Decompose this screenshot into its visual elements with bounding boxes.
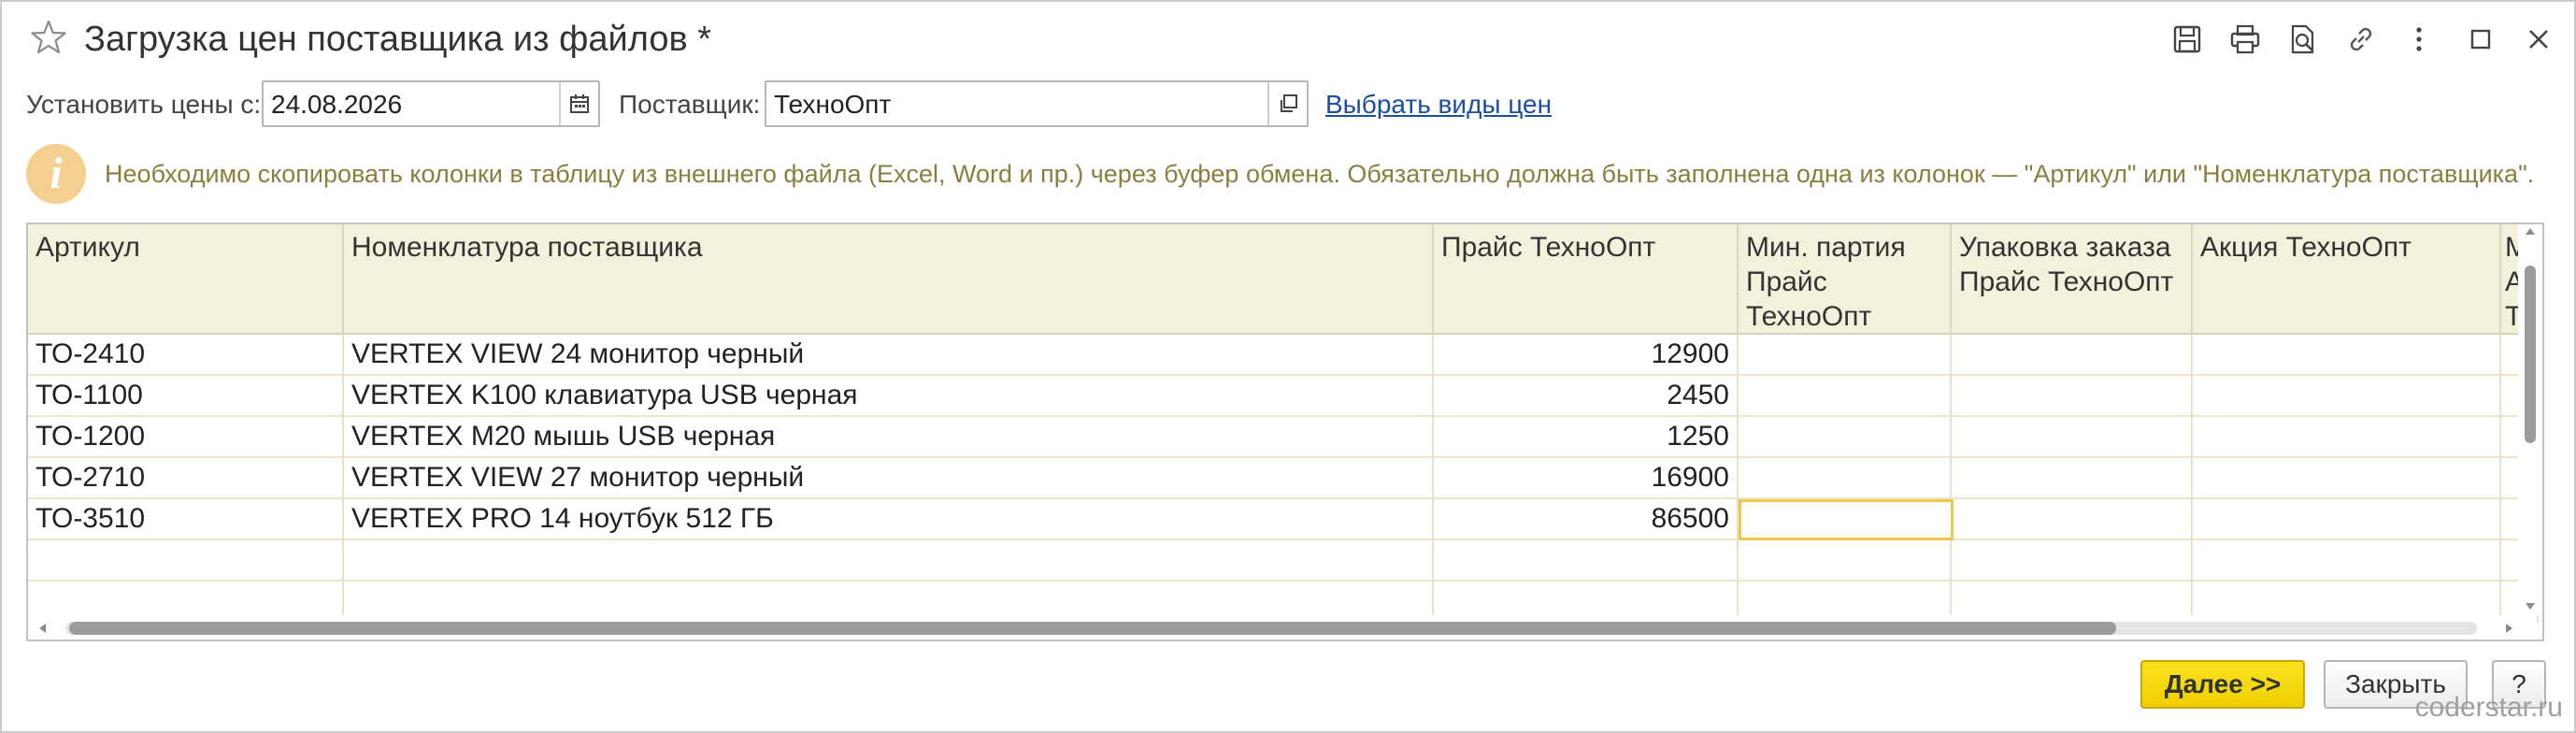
- vertical-scrollbar[interactable]: [2518, 224, 2542, 615]
- select-price-types-link[interactable]: Выбрать виды цен: [1325, 88, 1552, 122]
- table-row[interactable]: ТО-1200 VERTEX M20 мышь USB черная 1250: [28, 417, 2542, 458]
- cell-article[interactable]: ТО-1200: [28, 417, 344, 458]
- cell-package[interactable]: [1952, 417, 2193, 458]
- info-message: Необходимо скопировать колонки в таблицу…: [105, 160, 2535, 188]
- cell-article[interactable]: ТО-2410: [28, 335, 344, 376]
- table-header: Артикул Номенклатура поставщика Прайс Те…: [28, 224, 2542, 335]
- cell-empty[interactable]: [2193, 540, 2501, 582]
- close-icon[interactable]: [2520, 21, 2557, 58]
- date-input[interactable]: [271, 89, 540, 121]
- open-supplier-button[interactable]: [1267, 82, 1307, 125]
- title-bar: Загрузка цен поставщика из файлов *: [2, 2, 2574, 77]
- cell-min-batch-active[interactable]: [1739, 499, 1953, 540]
- cell-promo[interactable]: [2193, 458, 2501, 499]
- cell-price[interactable]: 16900: [1434, 458, 1739, 499]
- cell-article[interactable]: ТО-3510: [28, 499, 344, 540]
- cell-empty[interactable]: [1952, 540, 2193, 582]
- cell-min-batch[interactable]: [1739, 458, 1952, 499]
- cell-package[interactable]: [1952, 499, 2193, 540]
- dialog-window: Загрузка цен поставщика из файлов * Уста…: [0, 0, 2576, 733]
- cell-nomenclature[interactable]: VERTEX K100 клавиатура USB черная: [344, 376, 1434, 417]
- cell-empty[interactable]: [1739, 540, 1952, 582]
- cell-min-batch[interactable]: [1739, 376, 1952, 417]
- cell-promo[interactable]: [2193, 417, 2501, 458]
- column-header-promo[interactable]: Акция ТехноОпт: [2193, 224, 2501, 335]
- cell-empty[interactable]: [28, 540, 344, 582]
- cell-nomenclature[interactable]: VERTEX PRO 14 ноутбук 512 ГБ: [344, 499, 1434, 540]
- info-icon: i: [26, 144, 86, 204]
- column-header-nomenclature[interactable]: Номенклатура поставщика: [344, 224, 1434, 335]
- table-row[interactable]: ТО-2710 VERTEX VIEW 27 монитор черный 16…: [28, 458, 2542, 499]
- print-icon[interactable]: [2226, 21, 2264, 58]
- cell-promo[interactable]: [2193, 335, 2501, 376]
- cell-package[interactable]: [1952, 458, 2193, 499]
- cell-price[interactable]: 2450: [1434, 376, 1739, 417]
- cell-promo[interactable]: [2193, 376, 2501, 417]
- cell-nomenclature[interactable]: VERTEX M20 мышь USB черная: [344, 417, 1434, 458]
- cell-empty[interactable]: [344, 540, 1434, 582]
- cell-price[interactable]: 1250: [1434, 417, 1739, 458]
- open-icon: [1281, 94, 1297, 112]
- calendar-button[interactable]: [559, 82, 598, 125]
- scroll-up-arrow-icon[interactable]: [2526, 228, 2535, 235]
- date-label: Установить цены с:: [26, 90, 262, 119]
- table-row[interactable]: ТО-2410 VERTEX VIEW 24 монитор черный 12…: [28, 335, 2542, 376]
- watermark: coderstar.ru: [2414, 692, 2563, 723]
- column-header-article[interactable]: Артикул: [28, 224, 344, 335]
- supplier-label: Поставщик:: [619, 90, 761, 119]
- cell-promo[interactable]: [2193, 499, 2501, 540]
- table-row-empty[interactable]: [28, 540, 2542, 582]
- preview-icon[interactable]: [2284, 21, 2322, 58]
- link-icon[interactable]: [2342, 21, 2380, 58]
- maximize-icon[interactable]: [2462, 21, 2499, 58]
- supplier-input[interactable]: [774, 89, 1249, 121]
- scroll-down-arrow-icon[interactable]: [2526, 603, 2535, 610]
- vertical-scroll-thumb[interactable]: [2525, 266, 2536, 443]
- scroll-left-arrow-icon[interactable]: [39, 624, 46, 633]
- column-header-price[interactable]: Прайс ТехноОпт: [1434, 224, 1739, 335]
- cell-nomenclature[interactable]: VERTEX VIEW 27 монитор черный: [344, 458, 1434, 499]
- scroll-right-arrow-icon[interactable]: [2506, 624, 2512, 633]
- cell-article[interactable]: ТО-2710: [28, 458, 344, 499]
- calendar-icon: [570, 94, 589, 113]
- more-icon[interactable]: [2400, 21, 2438, 58]
- cell-package[interactable]: [1952, 376, 2193, 417]
- supplier-field[interactable]: [765, 80, 1309, 127]
- column-header-package[interactable]: Упаковка заказа Прайс ТехноОпт: [1952, 224, 2193, 335]
- cell-price[interactable]: 86500: [1434, 499, 1739, 540]
- star-outline-icon[interactable]: [30, 19, 67, 56]
- date-field[interactable]: [262, 80, 600, 127]
- cell-price[interactable]: 12900: [1434, 335, 1739, 376]
- cell-min-batch[interactable]: [1739, 417, 1952, 458]
- table-row[interactable]: ТО-1100 VERTEX K100 клавиатура USB черна…: [28, 376, 2542, 417]
- window-title: Загрузка цен поставщика из файлов *: [84, 20, 711, 59]
- save-icon[interactable]: [2168, 21, 2206, 58]
- cell-min-batch[interactable]: [1739, 335, 1952, 376]
- table-row[interactable]: ТО-3510 VERTEX PRO 14 ноутбук 512 ГБ 865…: [28, 499, 2542, 540]
- horizontal-scroll-thumb[interactable]: [69, 622, 2116, 635]
- prices-table[interactable]: Артикул Номенклатура поставщика Прайс Те…: [26, 223, 2544, 641]
- column-header-min-batch[interactable]: Мин. партия Прайс ТехноОпт: [1739, 224, 1952, 335]
- cell-nomenclature[interactable]: VERTEX VIEW 24 монитор черный: [344, 335, 1434, 376]
- cell-empty[interactable]: [1434, 540, 1739, 582]
- cell-article[interactable]: ТО-1100: [28, 376, 344, 417]
- cell-package[interactable]: [1952, 335, 2193, 376]
- next-button[interactable]: Далее >>: [2140, 660, 2305, 709]
- horizontal-scrollbar[interactable]: [28, 615, 2522, 640]
